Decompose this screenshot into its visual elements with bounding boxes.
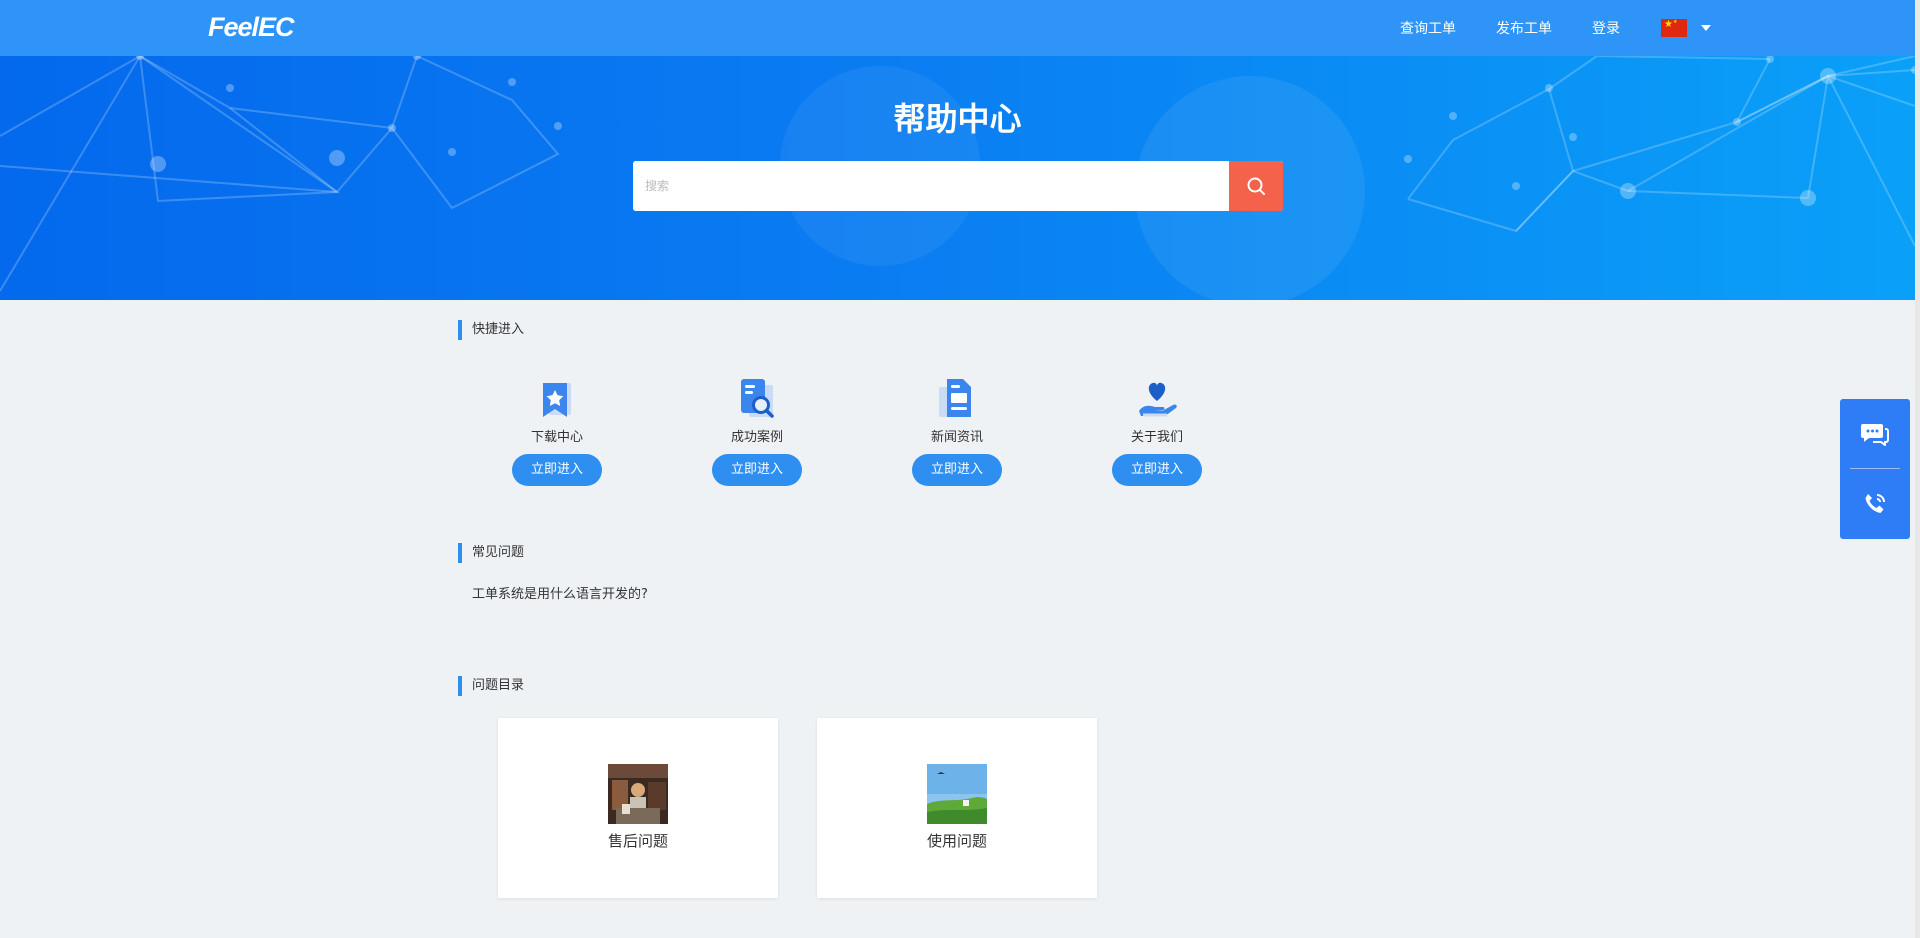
enter-button[interactable]: 立即进入: [512, 454, 602, 486]
quick-item-label: 新闻资讯: [930, 430, 983, 445]
nav-menu: 查询工单 发布工单 登录 ★ ★: [1360, 0, 1711, 56]
search-bar: [633, 161, 1283, 211]
enter-button[interactable]: 立即进入: [712, 454, 802, 486]
page-scrollbar[interactable]: [1915, 0, 1920, 938]
document-search-icon: [733, 375, 781, 423]
nav-login[interactable]: 登录: [1592, 18, 1620, 38]
quick-item-download: 下载中心 立即进入: [492, 375, 622, 486]
nav-publish-ticket[interactable]: 发布工单: [1496, 18, 1552, 38]
floating-contact-panel: [1840, 399, 1910, 539]
catalog-card-label: 售后问题: [607, 832, 668, 850]
section-title-faq: 常见问题: [458, 543, 524, 563]
quick-item-about-us: 关于我们 立即进入: [1092, 375, 1222, 486]
quick-item-label: 关于我们: [1130, 430, 1183, 445]
nav-query-ticket[interactable]: 查询工单: [1400, 18, 1456, 38]
section-title-quick-access: 快捷进入: [458, 320, 524, 340]
section-title-catalog: 问题目录: [458, 676, 524, 696]
search-icon: [1247, 177, 1265, 195]
china-flag-icon[interactable]: ★ ★: [1661, 19, 1687, 37]
quick-item-label: 成功案例: [730, 430, 783, 445]
search-button[interactable]: [1229, 161, 1283, 211]
usage-thumbnail: [927, 764, 987, 824]
hero-banner: 帮助中心: [0, 56, 1915, 300]
faq-item[interactable]: 工单系统是用什么语言开发的?: [472, 584, 652, 605]
search-input[interactable]: [633, 161, 1229, 211]
page-title: 帮助中心: [893, 100, 1022, 138]
logo[interactable]: FeelEC: [208, 12, 295, 43]
phone-icon: [1865, 494, 1885, 513]
quick-item-success-cases: 成功案例 立即进入: [692, 375, 822, 486]
catalog-card-usage[interactable]: 使用问题: [817, 718, 1097, 898]
quick-item-news: 新闻资讯 立即进入: [892, 375, 1022, 486]
news-document-icon: [933, 375, 981, 423]
after-sales-thumbnail: [608, 764, 668, 824]
catalog-card-after-sales[interactable]: 售后问题: [498, 718, 778, 898]
phone-button[interactable]: [1840, 469, 1910, 539]
chat-icon: [1861, 424, 1889, 446]
quick-item-label: 下载中心: [530, 430, 583, 445]
enter-button[interactable]: 立即进入: [912, 454, 1002, 486]
flag-star-icon: ★: [1664, 19, 1673, 30]
chat-button[interactable]: [1840, 399, 1910, 469]
top-navbar: FeelEC 查询工单 发布工单 登录 ★ ★: [0, 0, 1915, 56]
flag-small-star-icon: ★: [1673, 19, 1678, 25]
enter-button[interactable]: 立即进入: [1112, 454, 1202, 486]
chevron-down-icon[interactable]: [1701, 25, 1711, 31]
heart-hand-icon: [1133, 375, 1181, 423]
catalog-card-label: 使用问题: [926, 832, 987, 850]
bookmark-star-icon: [533, 375, 581, 423]
